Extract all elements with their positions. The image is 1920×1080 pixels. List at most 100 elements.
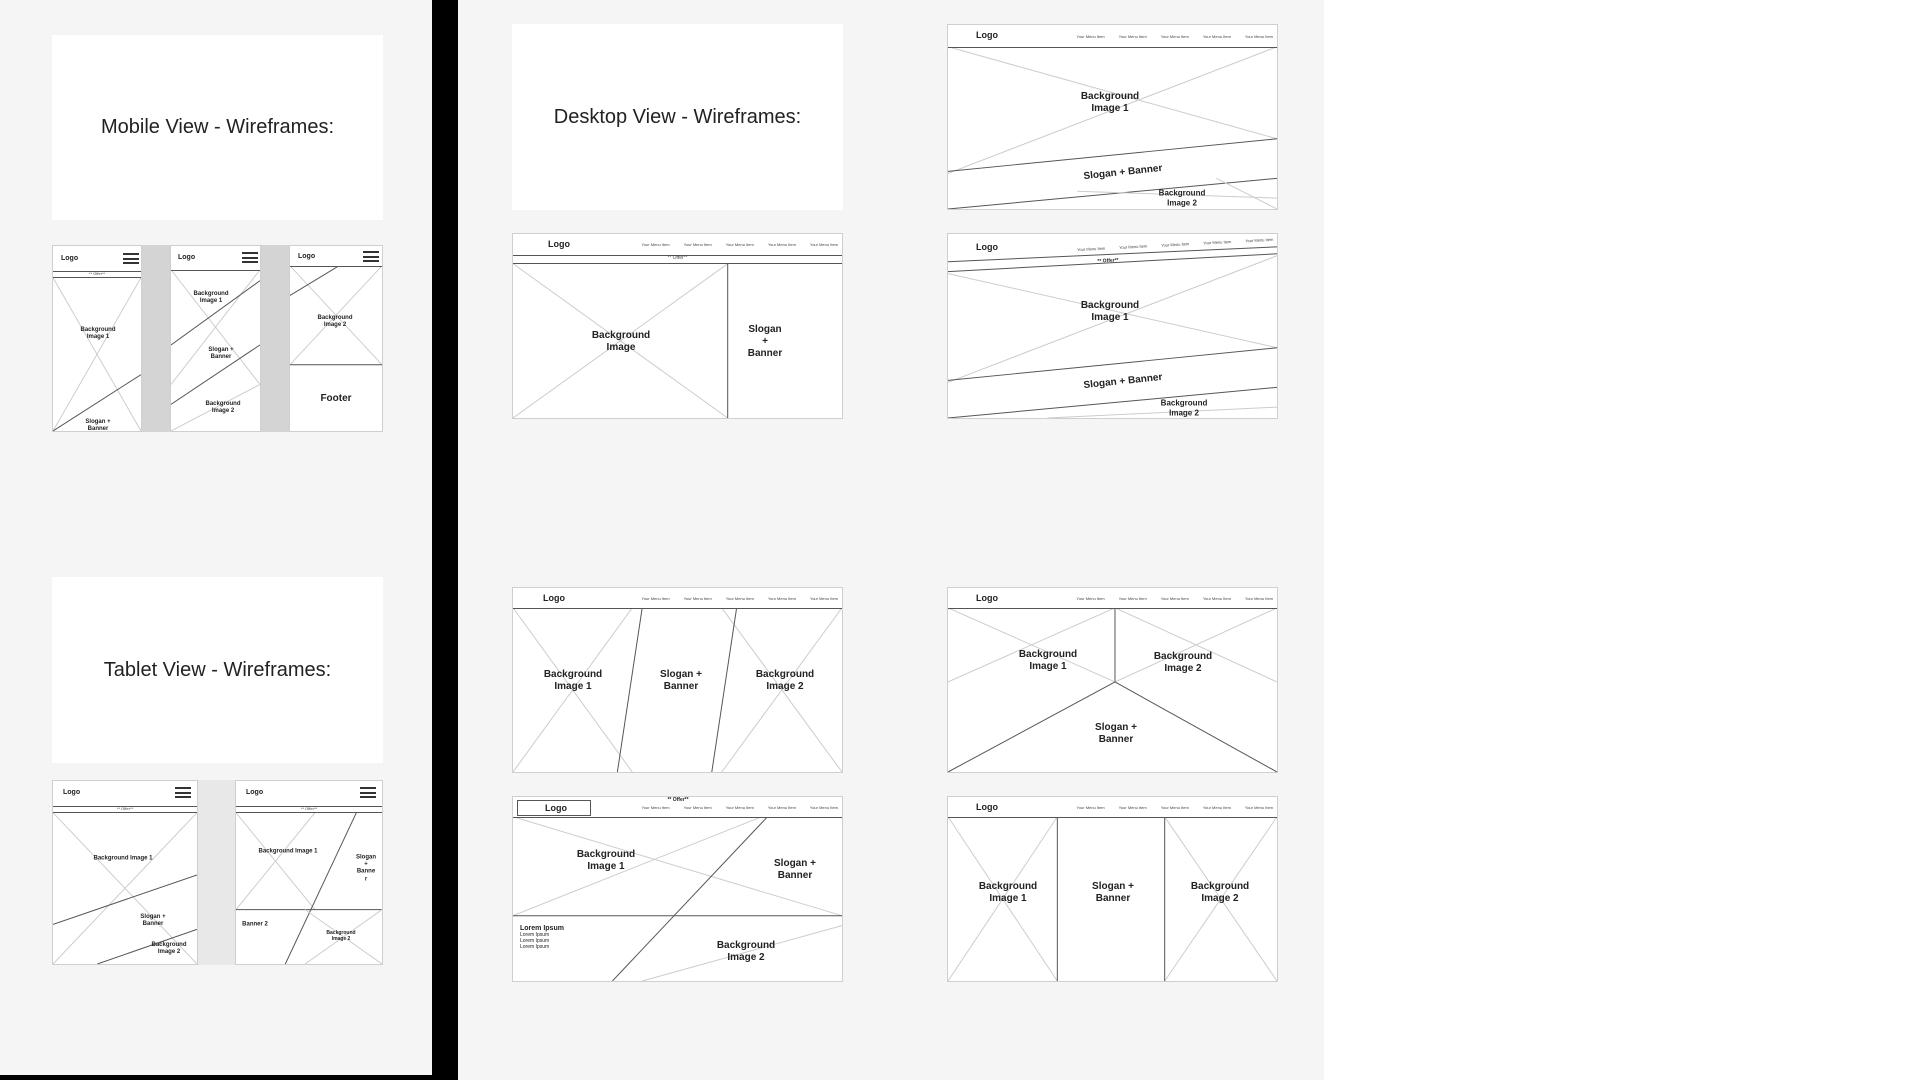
nav-menu-item[interactable]: Your Menu Item xyxy=(642,805,670,810)
label-slogan: Slogan + Banner xyxy=(85,418,111,432)
label-bg1: Background Image 1 xyxy=(978,881,1038,904)
nav-menu-item[interactable]: Your Menu Item xyxy=(1119,596,1147,601)
mobile-title-card: Mobile View - Wireframes: xyxy=(52,35,383,220)
nav-menu-item[interactable]: Your Menu Item xyxy=(768,596,796,601)
nav-menu-item[interactable]: Your Menu Item xyxy=(1203,596,1231,601)
logo: Logo xyxy=(548,239,570,249)
nav-menu-item[interactable]: Your Menu Item xyxy=(726,242,754,247)
nav-menu-item[interactable]: Your Menu Item xyxy=(1245,34,1273,39)
nav-menu-item[interactable]: Your Menu Item xyxy=(810,596,838,601)
logo: Logo xyxy=(976,802,998,812)
label-bg1: Background Image 1 xyxy=(1018,649,1078,672)
nav-menu-item[interactable]: Your Menu Item xyxy=(1203,805,1231,810)
label-bg2: Background Image 2 xyxy=(1158,188,1206,207)
nav-menu-item[interactable]: Your Menu Item xyxy=(1119,805,1147,810)
nav-menu-item[interactable]: Your Menu Item xyxy=(1245,596,1273,601)
bottom-divider xyxy=(0,1075,458,1080)
nav-menu-item[interactable]: Your Menu Item xyxy=(726,805,754,810)
label-bg2: Background Image 2 xyxy=(151,941,187,955)
offer-strip: ** Offer** xyxy=(513,255,842,264)
mobile-wireframe-3: Logo Background Image 2 Footer xyxy=(289,245,383,432)
label-bg2: Background Image 2 xyxy=(1160,398,1208,417)
nav-menu-item[interactable]: Your Menu Item xyxy=(1077,34,1105,39)
label-slogan: Slogan + Banner xyxy=(747,324,783,359)
nav-menu-item[interactable]: Your Menu Item xyxy=(768,242,796,247)
nav-menu-item[interactable]: Your Menu Item xyxy=(684,805,712,810)
nav-menu-item[interactable]: Your Menu Item xyxy=(1119,34,1147,39)
label-bg1: Background Image 1 xyxy=(1080,91,1140,114)
nav-menu-item[interactable]: Your Menu Item xyxy=(1077,596,1105,601)
desktop-title: Desktop View - Wireframes: xyxy=(553,105,802,128)
offer-strip: ** Offer** xyxy=(53,271,141,278)
label-bg1: Background Image 1 xyxy=(1080,300,1140,323)
desktop-wireframe-y-split: Logo Your Menu Item Your Menu Item Your Me… xyxy=(947,587,1278,773)
nav-menu: Your Menu Item Your Menu Item Your Menu It… xyxy=(1077,596,1273,601)
nav-menu: Your Menu Item Your Menu Item Your Menu It… xyxy=(1077,805,1273,810)
desktop-wireframe-diagonal: Logo Your Menu Item Your Menu Item Your Me… xyxy=(512,796,843,982)
label-bg1: Background Image 1 xyxy=(193,290,229,304)
logo: Logo xyxy=(545,803,567,813)
mobile-gap-2 xyxy=(261,245,289,432)
label-bg1: Background Image 1 xyxy=(93,855,153,862)
logo: Logo xyxy=(61,255,79,262)
nav-menu-item[interactable]: Your Menu Item xyxy=(642,242,670,247)
desktop-wireframe-three-slant: Logo Your Menu Item Your Menu Item Your Me… xyxy=(512,587,843,773)
hamburger-menu-icon[interactable] xyxy=(363,251,379,262)
label-bg2: Background Image 2 xyxy=(1153,651,1213,674)
hamburger-menu-icon[interactable] xyxy=(242,252,258,263)
label-slogan: Slogan + Banner xyxy=(1095,722,1137,745)
label-footer: Footer xyxy=(320,393,352,404)
nav-menu-item[interactable]: Your Menu Item xyxy=(810,242,838,247)
offer-strip: ** Offer** xyxy=(236,806,382,813)
logo: Logo xyxy=(976,593,998,603)
desktop-wireframe-split: Logo Your Menu Item Your Menu Item Your Me… xyxy=(512,233,843,419)
label-bg1: Background Image 1 xyxy=(80,326,116,340)
nav-menu-item[interactable]: Your Menu Item xyxy=(810,805,838,810)
label-bg1: Background Image 1 xyxy=(258,848,318,855)
nav-menu: Your Menu Item Your Menu Item Your Menu It… xyxy=(642,596,838,601)
label-bg2: Background Image 2 xyxy=(1190,881,1250,904)
nav-menu-item[interactable]: Your Menu Item xyxy=(1203,34,1231,39)
label-slogan: Slogan + Banner xyxy=(1092,881,1134,904)
tablet-title: Tablet View - Wireframes: xyxy=(103,658,332,681)
vertical-divider xyxy=(432,0,458,1080)
mobile-wireframe-1: Logo ** Offer** Background Image 1 Sloga… xyxy=(52,245,142,432)
logo: Logo xyxy=(543,593,565,603)
nav-menu-item[interactable]: Your Menu Item xyxy=(642,596,670,601)
label-banner2: Banner 2 xyxy=(242,921,268,928)
label-bg1: Background Image 1 xyxy=(576,849,636,872)
nav-menu-item[interactable]: Your Menu Item xyxy=(1161,596,1189,601)
nav-menu-item[interactable]: Your Menu Item xyxy=(1161,805,1189,810)
offer-strip: ** Offer** xyxy=(53,806,197,813)
label-bg2: Background Image 2 xyxy=(317,314,353,328)
hamburger-menu-icon[interactable] xyxy=(360,787,376,798)
offer-strip: ** Offer** xyxy=(667,797,689,803)
mobile-wireframe-2: Logo Background Image 1 Slogan + Banner … xyxy=(170,245,261,432)
nav-menu-item[interactable]: Your Menu Item xyxy=(1077,805,1105,810)
logo: Logo xyxy=(63,789,81,796)
offer-strip: ** Offer** xyxy=(1097,257,1119,265)
nav-menu-item[interactable]: Your Menu Item xyxy=(726,596,754,601)
nav-menu-item[interactable]: Your Menu Item xyxy=(768,805,796,810)
desktop-wireframe-slant-a: Logo Your Menu Item Your Menu Item Your Me… xyxy=(947,24,1278,210)
nav-menu: Your Menu Item Your Menu Item Your Menu It… xyxy=(1077,34,1273,39)
lorem-title: Lorem Ipsum xyxy=(520,925,564,932)
label-bg2: Background Image 2 xyxy=(205,400,241,414)
label-bg2: Background Image 2 xyxy=(326,930,356,942)
mobile-gap-1 xyxy=(142,245,170,432)
nav-menu: Your Menu Item Your Menu Item Your Menu It… xyxy=(642,242,838,247)
label-slogan: Slogan + Banner xyxy=(140,913,166,927)
desktop-wireframe-slant-b: Logo Your Menu Item Your Menu Item Your Me… xyxy=(947,233,1278,419)
tablet-gap xyxy=(198,780,235,965)
desktop-title-card: Desktop View - Wireframes: xyxy=(512,24,843,210)
label-bg2: Background Image 2 xyxy=(716,940,776,963)
nav-menu-item[interactable]: Your Menu Item xyxy=(1245,805,1273,810)
nav-menu-item[interactable]: Your Menu Item xyxy=(684,242,712,247)
tablet-wireframe-1: Logo ** Offer** Background Image 1 Sloga… xyxy=(52,780,198,965)
hamburger-menu-icon[interactable] xyxy=(175,787,191,798)
logo: Logo xyxy=(178,254,196,261)
label-bg-image: Background Image xyxy=(591,330,651,353)
nav-menu-item[interactable]: Your Menu Item xyxy=(1161,34,1189,39)
nav-menu-item[interactable]: Your Menu Item xyxy=(684,596,712,601)
hamburger-menu-icon[interactable] xyxy=(123,253,139,264)
